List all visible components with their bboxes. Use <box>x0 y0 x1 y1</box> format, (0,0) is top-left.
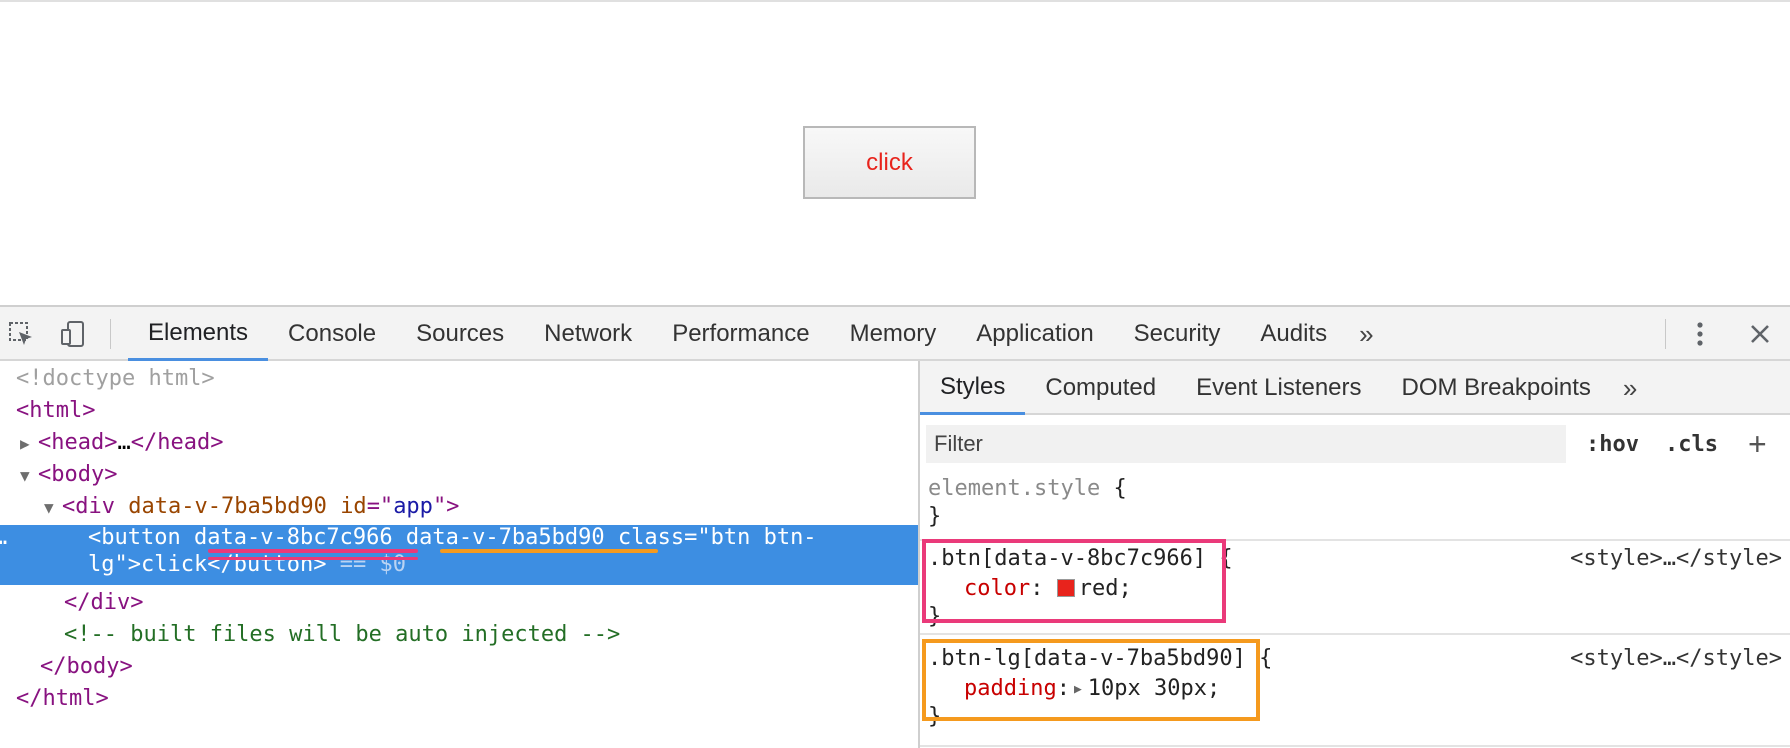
rule-source-link[interactable]: <style>…</style> <box>1570 643 1782 675</box>
div-close-node[interactable]: </div> <box>64 587 144 619</box>
div-scoped-attr: data-v-7ba5bd90 <box>128 494 327 519</box>
selected-row-dots[interactable]: … <box>0 523 7 553</box>
div-id-attr: id <box>340 494 367 519</box>
cls-toggle-button[interactable]: .cls <box>1665 425 1718 463</box>
comment-text: <!-- built files will be auto injected -… <box>64 622 621 647</box>
head-tag: head <box>51 430 105 455</box>
tab-memory[interactable]: Memory <box>830 307 957 361</box>
orange-underline <box>440 549 658 553</box>
selected-button-node[interactable]: … <button data-v-8bc7c966 data-v-7ba5bd9… <box>0 525 918 585</box>
element-style-rule: element.style { } <box>920 473 1790 537</box>
html-node[interactable]: <html> <box>16 395 95 427</box>
filter-input[interactable] <box>926 425 1566 463</box>
button-scoped-attr-1: data-v-8bc7c966 <box>193 525 393 550</box>
body-close-node[interactable]: </body> <box>40 651 133 683</box>
expand-triangle-icon[interactable]: ▶ <box>20 428 38 460</box>
orange-highlight-box <box>922 639 1260 721</box>
doctype-node[interactable]: <!doctype html> <box>16 363 215 395</box>
open-brace: { <box>1113 476 1127 501</box>
hov-toggle-button[interactable]: :hov <box>1586 425 1639 463</box>
rule-divider <box>920 745 1790 747</box>
more-style-tabs-button[interactable]: » <box>1611 361 1649 415</box>
head-close-tag: head <box>157 430 211 455</box>
body-close-tag: body <box>66 654 120 679</box>
tab-console[interactable]: Console <box>268 307 396 361</box>
tab-application[interactable]: Application <box>956 307 1113 361</box>
comment-node[interactable]: <!-- built files will be auto injected -… <box>64 619 620 651</box>
tab-event-listeners[interactable]: Event Listeners <box>1176 361 1381 415</box>
styles-pane: Styles Computed Event Listeners DOM Brea… <box>918 361 1790 748</box>
pink-highlight-box <box>922 539 1226 623</box>
div-app-node[interactable]: ▼ <div data-v-7ba5bd90 id="app"> <box>44 491 459 523</box>
button-class-value-cont: lg <box>88 552 115 577</box>
collapse-triangle-icon[interactable]: ▼ <box>20 460 38 492</box>
devtools-tabs: Elements Console Sources Network Perform… <box>128 307 1386 361</box>
tab-computed[interactable]: Computed <box>1025 361 1176 415</box>
tab-styles[interactable]: Styles <box>920 361 1026 415</box>
styles-tabs: Styles Computed Event Listeners DOM Brea… <box>920 361 1790 415</box>
device-toggle-icon[interactable] <box>58 319 88 349</box>
more-options-icon[interactable] <box>1685 319 1715 349</box>
filter-bar: :hov .cls + <box>920 415 1790 469</box>
toolbar-divider-right <box>1665 319 1666 349</box>
body-node[interactable]: ▼ <body> <box>20 459 117 491</box>
selected-marker: == $0 <box>339 552 406 577</box>
head-node[interactable]: ▶ <head>…</head> <box>20 427 223 459</box>
pink-underline-2 <box>208 557 418 560</box>
page-viewport: click <box>0 0 1790 305</box>
inspect-element-icon[interactable] <box>6 319 36 349</box>
new-style-rule-button[interactable]: + <box>1748 425 1767 463</box>
collapse-triangle-icon[interactable]: ▼ <box>44 492 62 524</box>
head-collapsed: … <box>117 430 131 455</box>
tab-performance[interactable]: Performance <box>652 307 829 361</box>
body-tag: body <box>51 462 105 487</box>
div-id-value: app <box>393 494 433 519</box>
button-scoped-attr-2: data-v-7ba5bd90 <box>405 525 605 550</box>
html-close-tag: html <box>42 686 96 711</box>
element-style-selector[interactable]: element.style <box>928 476 1100 501</box>
tab-network[interactable]: Network <box>524 307 652 361</box>
button-close-tag: button <box>233 552 314 577</box>
tab-elements[interactable]: Elements <box>128 307 269 361</box>
elements-tree: <!doctype html> <html> ▶ <head>…</head> ▼… <box>0 361 918 748</box>
click-button[interactable]: click <box>803 126 976 199</box>
button-text-node: click <box>141 552 208 577</box>
close-brace: } <box>928 504 942 529</box>
close-icon[interactable] <box>1745 319 1775 349</box>
tab-dom-breakpoints[interactable]: DOM Breakpoints <box>1382 361 1611 415</box>
doctype-text: <!doctype html> <box>16 366 215 391</box>
button-tag: button <box>101 525 181 550</box>
devtools-panel: Elements Console Sources Network Perform… <box>0 305 1790 748</box>
devtools-toolbar: Elements Console Sources Network Perform… <box>0 307 1790 361</box>
div-tag: div <box>75 494 115 519</box>
toolbar-divider <box>110 319 111 349</box>
pink-underline <box>208 549 418 553</box>
button-class-attr: class <box>617 525 685 550</box>
rule-source-link[interactable]: <style>…</style> <box>1570 543 1782 575</box>
tab-audits[interactable]: Audits <box>1240 307 1347 361</box>
open-brace: { <box>1259 646 1273 671</box>
button-class-value: btn btn- <box>710 525 817 550</box>
tab-security[interactable]: Security <box>1114 307 1241 361</box>
div-close-tag: div <box>90 590 131 615</box>
html-tag: html <box>29 398 83 423</box>
html-close-node[interactable]: </html> <box>16 683 109 715</box>
tab-sources[interactable]: Sources <box>396 307 524 361</box>
rule-divider <box>920 633 1790 635</box>
more-tabs-button[interactable]: » <box>1347 307 1385 361</box>
